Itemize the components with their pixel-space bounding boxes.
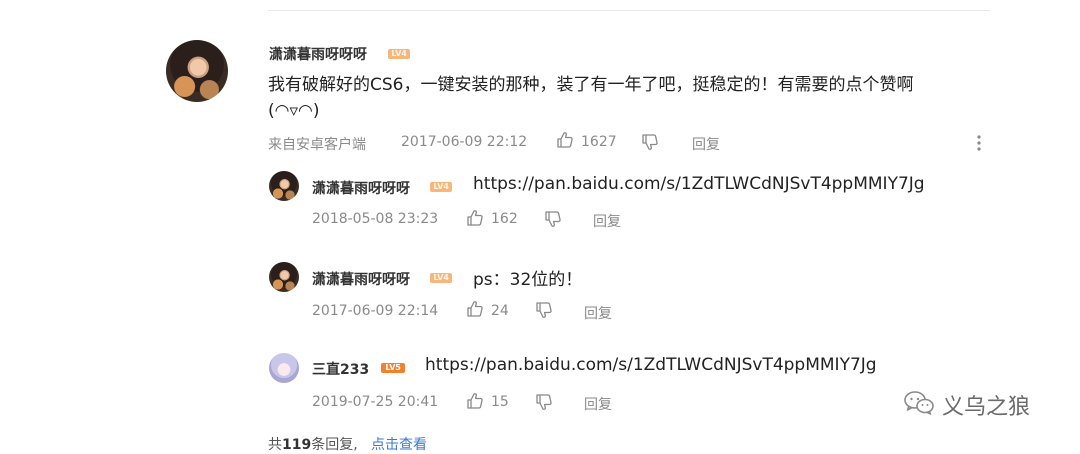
thumbs-up-icon[interactable] [466,300,484,318]
timestamp: 2017-06-09 22:14 [312,303,439,319]
reply-button[interactable]: 回复 [593,211,621,231]
more-options-icon[interactable] [974,134,984,152]
level-badge: LV4 [388,49,410,59]
reply-count-suffix: 条回复, [311,437,358,453]
level-badge: LV4 [430,273,452,283]
timestamp: 2018-05-08 23:23 [312,211,439,227]
thumbs-up-icon[interactable] [466,209,484,227]
avatar[interactable] [166,40,228,102]
reply-button[interactable]: 回复 [584,394,612,414]
avatar[interactable] [269,262,299,292]
thumbs-down-icon[interactable] [535,393,553,411]
level-badge: LV4 [430,182,452,192]
reply-text[interactable]: https://pan.baidu.com/s/1ZdTLWCdNJSvT4pp… [473,174,925,194]
timestamp: 2017-06-09 22:12 [401,134,528,150]
reply-count-prefix: 共 [268,437,282,453]
avatar[interactable] [269,171,299,201]
watermark-text: 义乌之狼 [942,395,1031,420]
username[interactable]: 三直233 [312,359,369,379]
like-count: 24 [491,303,509,319]
reply-button[interactable]: 回复 [692,134,720,154]
thumbs-down-icon[interactable] [535,301,553,319]
avatar[interactable] [269,353,299,383]
comment-text-line-2: (◠▿◠) [268,101,320,121]
level-badge: LV5 [381,363,405,373]
comment-text: 我有破解好的CS6，一键安装的那种，装了有一年了吧，挺稳定的！有需要的点个赞啊 … [268,72,913,124]
watermark: 义乌之狼 [904,390,1031,420]
source-label: 来自安卓客户端 [268,137,366,153]
username[interactable]: 潇潇暮雨呀呀呀 [269,44,367,64]
view-replies-link[interactable]: 点击查看 [371,434,427,454]
reply-count-number: 119 [282,437,312,453]
like-count: 162 [491,211,518,227]
reply-text: ps：32位的！ [473,270,583,290]
comment-text-line-1: 我有破解好的CS6，一键安装的那种，装了有一年了吧，挺稳定的！有需要的点个赞啊 [268,75,914,95]
thumbs-up-icon[interactable] [466,392,484,410]
top-divider [268,10,990,11]
like-count: 15 [491,394,509,410]
username[interactable]: 潇潇暮雨呀呀呀 [312,269,410,289]
reply-count: 共119条回复, [268,434,358,454]
reply-text[interactable]: https://pan.baidu.com/s/1ZdTLWCdNJSvT4pp… [425,355,877,375]
thumbs-down-icon[interactable] [544,210,562,228]
timestamp: 2019-07-25 20:41 [312,394,439,410]
wechat-icon [904,390,934,420]
thumbs-up-icon[interactable] [556,131,574,149]
like-count: 1627 [581,134,617,150]
reply-button[interactable]: 回复 [584,303,612,323]
username[interactable]: 潇潇暮雨呀呀呀 [312,178,410,198]
thumbs-down-icon[interactable] [641,133,659,151]
